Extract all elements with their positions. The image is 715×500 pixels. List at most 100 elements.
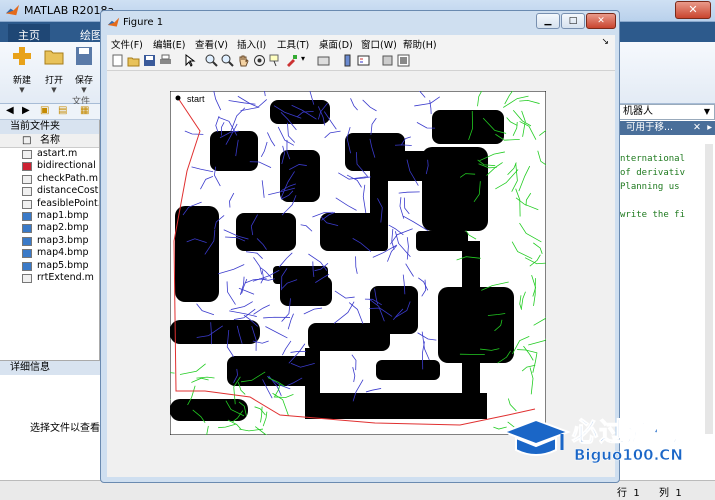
menu-window[interactable]: 窗口(W) [361, 37, 397, 51]
col-label: 列 [659, 488, 669, 499]
print-icon[interactable] [159, 54, 172, 67]
file-name: map1.bmp [37, 209, 89, 221]
path-navigation-bar: ◀ ▶ ▣ ▤ ▦ [0, 104, 100, 120]
folder-icon[interactable]: ▦ [80, 105, 89, 116]
file-list-item[interactable]: map4.bmp [0, 247, 99, 259]
toolbox-combo[interactable]: 机器人 ▼ [618, 104, 715, 120]
file-name: astart.m [37, 148, 78, 159]
menu-insert[interactable]: 插入(I) [237, 37, 266, 51]
status-col: 列 1 [659, 484, 682, 499]
file-name: map5.bmp [37, 259, 89, 271]
file-list-item[interactable]: map1.bmp [0, 210, 99, 222]
start-label: start [187, 94, 205, 104]
forward-arrow-icon[interactable]: ▶ [22, 105, 30, 116]
code-line: nternational [620, 154, 686, 164]
image-file-icon [22, 224, 32, 234]
show-plot-tools-icon[interactable] [397, 54, 410, 67]
rotate-3d-icon[interactable] [253, 54, 266, 67]
rrt-plot-axes[interactable]: start [170, 91, 546, 435]
zoom-in-icon[interactable] [205, 54, 218, 67]
expand-icon[interactable]: □ [22, 134, 31, 148]
file-name: map4.bmp [37, 247, 89, 259]
save-button-label: 保存 [74, 76, 93, 86]
obstacle [175, 206, 219, 302]
file-list-item[interactable]: checkPath.m [0, 173, 99, 185]
save-disk-icon [76, 47, 92, 65]
details-title: 详细信息 [0, 361, 100, 375]
file-list-item[interactable]: bidirectional R [0, 160, 99, 172]
row-value: 1 [633, 488, 640, 499]
start-marker [175, 95, 181, 101]
menu-view[interactable]: 查看(V) [195, 37, 228, 51]
file-list-item[interactable]: map3.bmp [0, 235, 99, 247]
file-list-item[interactable]: feasiblePoint.m [0, 198, 99, 210]
help-bar-text: 可用于移... [626, 122, 674, 133]
mlx-file-icon [22, 162, 32, 172]
name-column-header[interactable]: □ 名称 [0, 134, 99, 148]
scrollbar[interactable] [705, 144, 713, 434]
close-icon[interactable]: ✕ [693, 121, 701, 135]
new-figure-icon[interactable] [111, 54, 124, 67]
figure-menubar: 文件(F) 编辑(E) 查看(V) 插入(I) 工具(T) 桌面(D) 窗口(W… [107, 35, 615, 51]
obstacle [280, 150, 320, 202]
edit-plot-arrow-icon[interactable] [183, 54, 196, 67]
status-row: 行 1 [617, 484, 640, 499]
save-figure-icon[interactable] [143, 54, 156, 67]
file-name: distanceCost.m [37, 185, 99, 197]
file-name: feasiblePoint.m [37, 197, 99, 209]
menu-desktop[interactable]: 桌面(D) [319, 37, 353, 51]
brush-icon[interactable] [285, 54, 298, 67]
tab-home[interactable]: 主页 [8, 24, 50, 42]
browse-folder-icon[interactable]: ▤ [58, 105, 67, 116]
obstacle [308, 323, 390, 351]
row-label: 行 [617, 488, 627, 499]
m-file-icon [22, 187, 32, 197]
image-file-icon [22, 211, 32, 221]
open-file-icon[interactable] [127, 54, 140, 67]
menu-file[interactable]: 文件(F) [111, 37, 143, 51]
m-file-icon [22, 150, 32, 159]
maximize-button[interactable]: □ [561, 13, 585, 29]
file-list-item[interactable]: rrtExtend.m [0, 272, 99, 284]
matlab-close-button[interactable]: ✕ [675, 1, 711, 19]
file-list-item[interactable]: distanceCost.m [0, 185, 99, 197]
new-button[interactable]: 新建 ▼ [8, 46, 36, 94]
matlab-logo-icon [5, 4, 20, 16]
current-folder-title: 当前文件夹 [0, 120, 99, 134]
m-file-icon [22, 273, 32, 283]
details-hint: 选择文件以查看详 [30, 423, 110, 434]
pan-hand-icon[interactable] [237, 54, 250, 67]
hide-plot-tools-icon[interactable] [381, 54, 394, 67]
save-button[interactable]: 保存 ▼ [70, 46, 98, 94]
image-file-icon [22, 261, 32, 271]
file-list-item[interactable]: map5.bmp [0, 260, 99, 272]
back-arrow-icon[interactable]: ◀ [6, 105, 14, 116]
expand-icon[interactable]: ▸ [707, 121, 712, 135]
obstacle [273, 266, 328, 284]
code-line: of derivativ [620, 168, 686, 178]
watermark-cn-text: 必过源码 [571, 418, 681, 449]
chevron-down-icon: ▼ [703, 107, 710, 116]
file-name: map3.bmp [37, 234, 89, 246]
open-button[interactable]: 打开 ▼ [40, 46, 68, 94]
obstacle [416, 231, 468, 251]
minimize-button[interactable]: ▁ [536, 13, 560, 29]
obstacle [432, 110, 504, 144]
figure-title: Figure 1 [123, 17, 164, 28]
menu-help[interactable]: 帮助(H) [403, 37, 437, 51]
data-cursor-icon[interactable] [269, 54, 282, 67]
menu-tools[interactable]: 工具(T) [277, 37, 309, 51]
colorbar-icon[interactable] [341, 54, 354, 67]
file-list-item[interactable]: map2.bmp [0, 222, 99, 234]
zoom-out-icon[interactable] [221, 54, 234, 67]
menu-edit[interactable]: 编辑(E) [153, 37, 185, 51]
m-file-icon [22, 174, 32, 184]
link-plot-icon[interactable] [317, 54, 330, 67]
legend-icon[interactable] [357, 54, 370, 67]
dock-arrow-icon[interactable]: ↘ [601, 37, 609, 47]
up-folder-icon[interactable]: ▣ [40, 105, 49, 116]
close-button[interactable]: ✕ [586, 13, 616, 29]
folder-open-icon [44, 50, 64, 65]
file-list-item[interactable]: astart.m [0, 148, 99, 160]
chevron-down-icon[interactable]: ▾ [301, 54, 305, 63]
